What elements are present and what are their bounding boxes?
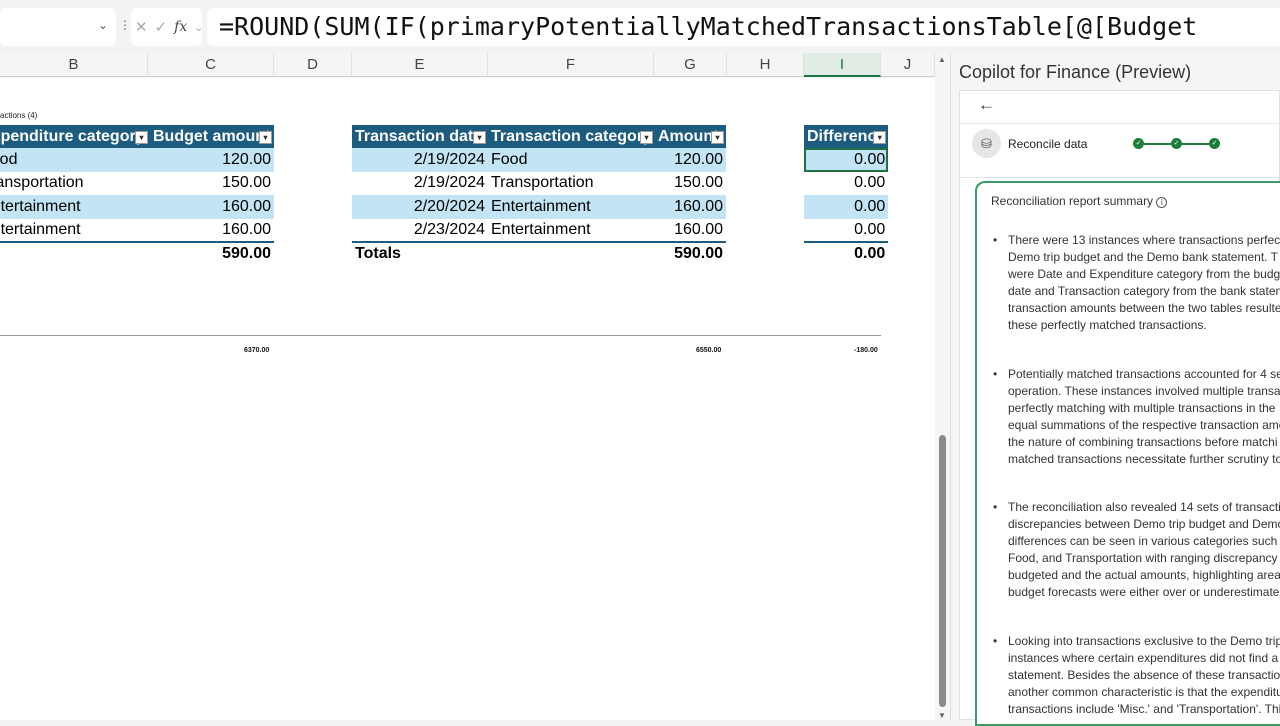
column-header-I[interactable]: I [804,53,881,77]
header-budget-amount[interactable]: Budget amount ▾ [150,125,274,148]
scroll-up-icon[interactable]: ▲ [938,55,946,64]
divider [0,335,881,336]
formula-controls: ✕ ✓ fx ⌄ [131,8,203,46]
header-amount[interactable]: Amount ▾ [655,125,726,148]
budget-amount-cell[interactable]: 160.00 [150,219,274,243]
table-row: 0.00 [804,148,889,172]
progress-steps: ✓ ✓ ✓ [1133,138,1220,149]
filter-dropdown-icon: ▾ [259,131,272,144]
name-box[interactable]: ⌄ [0,8,116,46]
amount-cell[interactable]: 160.00 [655,219,726,243]
transaction-date-cell[interactable]: 2/19/2024 [352,172,488,196]
summary-bullet: • Potentially matched transactions accoun… [993,367,1280,466]
summary-bullet: • The reconciliation also revealed 14 set… [993,500,1280,599]
pane-title: Copilot for Finance (Preview) [959,62,1192,82]
expenditure-category-cell[interactable]: Food [0,148,150,172]
filter-dropdown-icon: ▾ [473,131,486,144]
difference-cell[interactable]: 0.00 [804,219,888,243]
formula-input[interactable]: =ROUND(SUM(IF(primaryPotentiallyMatchedT… [207,8,1280,46]
database-icon: ⛁ [972,129,1001,158]
expenditure-category-cell[interactable]: Transportation [0,172,150,196]
header-transaction-category[interactable]: Transaction category ▾ [488,125,655,148]
table-row: 2/23/2024 Entertainment 160.00 [352,219,726,243]
budget-amount-cell[interactable]: 160.00 [150,195,274,219]
table-row: 0.00 [804,172,888,196]
table-row: 0.00 [804,195,889,219]
budget-amount-cell[interactable]: 150.00 [150,172,274,196]
info-icon[interactable]: i [1156,197,1168,208]
filter-dropdown-icon: ▾ [135,131,148,144]
table-row: Food120.00 [0,148,274,172]
transaction-category-cell[interactable]: Entertainment [488,195,655,219]
summary-title: Reconciliation report summary i [991,194,1168,208]
difference-cell[interactable]: 0.00 [804,148,889,172]
column-header-C[interactable]: C [148,53,274,77]
transaction-date-cell[interactable]: 2/20/2024 [352,195,488,219]
expenditure-category-cell[interactable]: Entertainment [0,219,150,243]
transaction-category-cell[interactable]: Food [488,148,655,172]
table-row: 2/19/2024 Food 120.00 [352,148,726,172]
check-icon[interactable]: ✓ [155,18,168,36]
filter-dropdown-icon: ▾ [873,131,887,144]
expenditure-category-cell[interactable]: Entertainment [0,195,150,219]
header-difference[interactable]: Difference ▾ [804,125,889,148]
bank-total[interactable]: 590.00 [655,241,726,266]
column-header-E[interactable]: E [352,53,488,77]
budget-amount-cell[interactable]: 120.00 [150,148,274,172]
header-transaction-date[interactable]: Transaction date ▾ [352,125,488,148]
fx-icon[interactable]: fx [174,19,187,35]
chevron-down-icon[interactable]: ⌄ [98,18,108,32]
check-circle-icon: ✓ [1171,138,1182,149]
column-header-F[interactable]: F [488,53,654,77]
budget-total[interactable]: 590.00 [150,241,274,266]
difference-table: Difference ▾ 0.00 0.00 0.00 0.00 0.00 [804,125,889,266]
column-header-B[interactable]: B [0,53,148,77]
transaction-category-cell[interactable]: Transportation [488,172,655,196]
budget-table: Expenditure category▾ Budget amount▾ Foo… [0,125,274,266]
transaction-date-cell[interactable]: 2/19/2024 [352,148,488,172]
column-header-H[interactable]: H [727,53,804,77]
transaction-date-cell[interactable]: 2/23/2024 [352,219,488,243]
filter-dropdown-icon: ▾ [711,131,724,144]
transaction-category-cell[interactable]: Entertainment [488,219,655,243]
check-circle-icon: ✓ [1209,138,1220,149]
table-caption: actions (4) [0,111,38,120]
difference-cell[interactable]: 0.00 [804,195,889,219]
table-row: 0.00 [804,219,888,243]
summary-bullet: • There were 13 instances where transacti… [993,233,1280,332]
bank-table: Transaction date ▾ Transaction category ▾ … [352,125,726,266]
grand-total-difference[interactable]: -180.00 [854,347,878,354]
column-header-J[interactable]: J [881,53,935,77]
step-label: Reconcile data [1008,137,1088,151]
amount-cell[interactable]: 150.00 [655,172,726,196]
scrollbar-thumb[interactable] [939,435,946,707]
table-row: 2/20/2024 Entertainment 160.00 [352,195,726,219]
difference-cell[interactable]: 0.00 [804,172,888,196]
summary-bullet: • Looking into transactions exclusive to … [993,634,1280,716]
amount-cell[interactable]: 160.00 [655,195,726,219]
filter-dropdown-icon: ▾ [640,131,653,144]
table-row: Transportation150.00 [0,172,274,196]
check-circle-icon: ✓ [1133,138,1144,149]
totals-label[interactable]: Totals [352,241,488,266]
column-header-G[interactable]: G [654,53,727,77]
table-row: 2/19/2024 Transportation 150.00 [352,172,726,196]
back-arrow-icon[interactable]: ← [978,95,995,115]
table-row: Entertainment160.00 [0,219,274,243]
cancel-icon[interactable]: ✕ [135,18,148,36]
grand-total-budget[interactable]: 6370.00 [244,347,269,354]
chevron-down-icon[interactable]: ⌄ [194,21,203,34]
more-icon[interactable]: ⋮ [119,18,131,32]
difference-total[interactable]: 0.00 [804,241,889,266]
header-expenditure-category[interactable]: Expenditure category▾ [0,125,150,148]
grand-total-bank[interactable]: 6550.00 [696,347,721,354]
amount-cell[interactable]: 120.00 [655,148,726,172]
column-header-D[interactable]: D [274,53,352,77]
scroll-down-icon[interactable]: ▼ [938,711,946,720]
table-row: Entertainment160.00 [0,195,274,219]
